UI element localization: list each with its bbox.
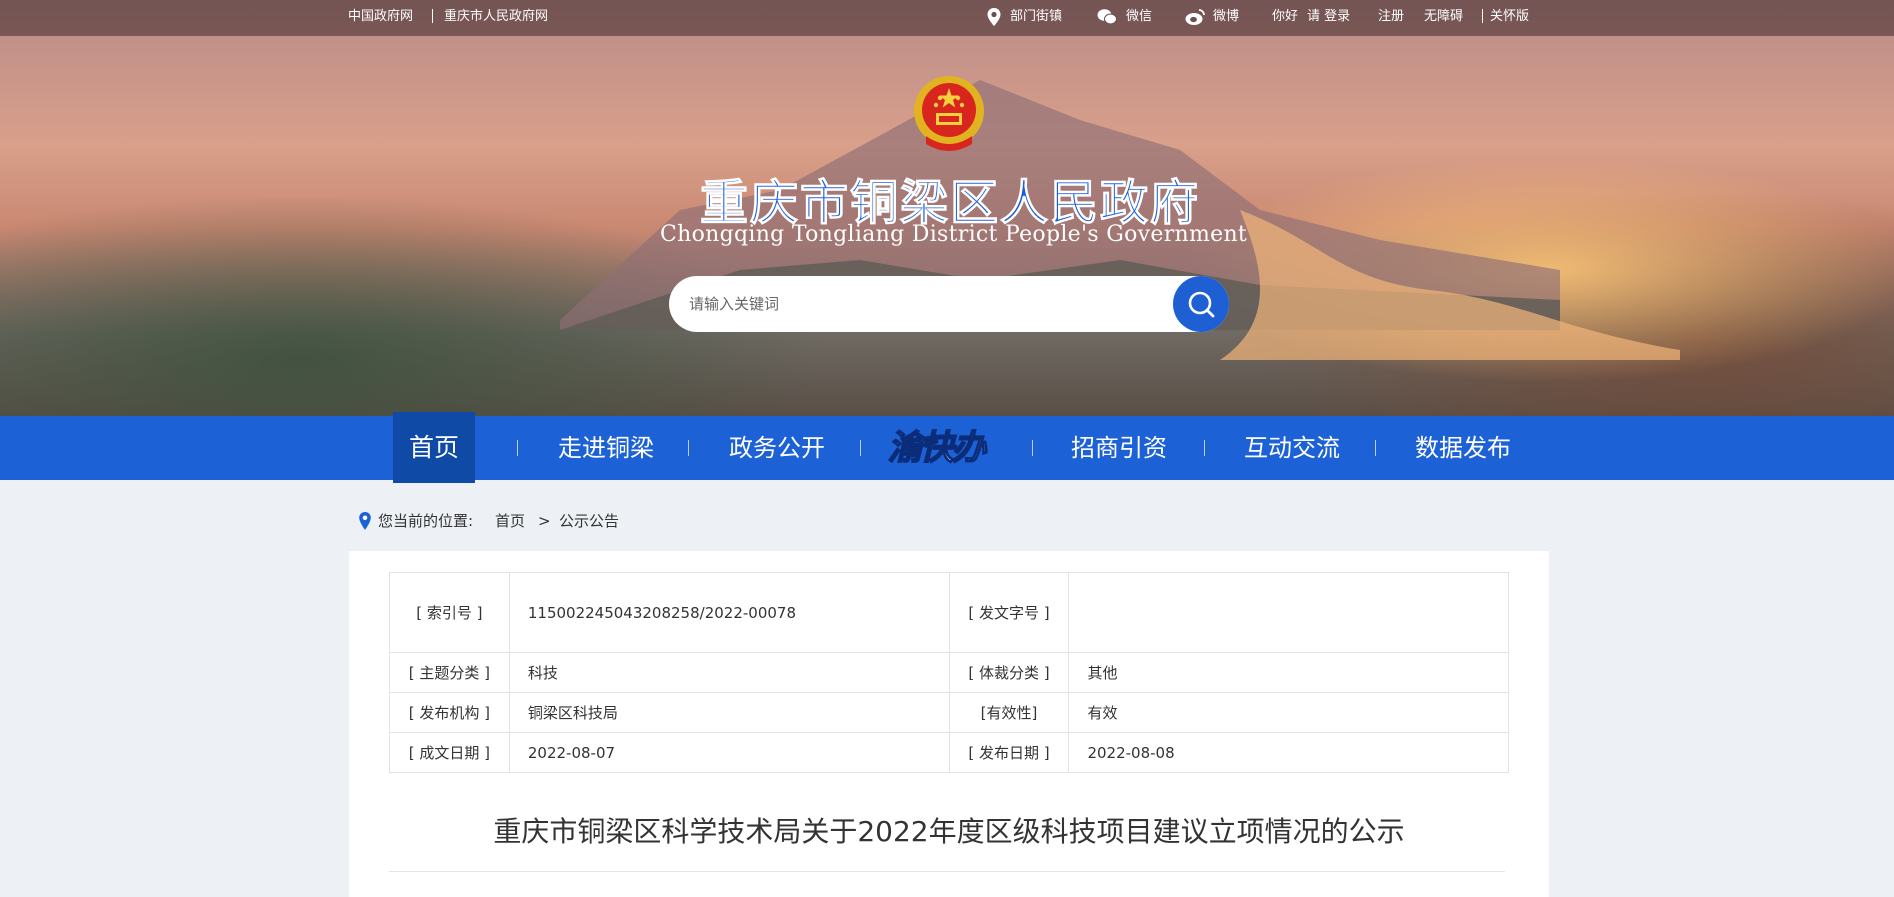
search-icon <box>1188 291 1215 318</box>
table-row: [ 主题分类 ] 科技 [ 体裁分类 ] 其他 <box>389 652 1509 693</box>
nav-divider <box>517 440 518 456</box>
wechat-link[interactable]: 微信 <box>1126 9 1152 25</box>
title-divider <box>389 871 1505 872</box>
nav-yukuaiban[interactable]: 渝快办 <box>887 424 1008 472</box>
nav-home-label: 首页 <box>408 433 459 462</box>
nav-divider <box>860 440 861 456</box>
link-cq-gov[interactable]: 重庆市人民政府网 <box>444 9 548 25</box>
accessibility-link[interactable]: 无障碍 <box>1424 9 1463 25</box>
topbar-divider <box>1482 9 1483 23</box>
document-title: 重庆市铜梁区科学技术局关于2022年度区级科技项目建议立项情况的公示 <box>493 815 1405 848</box>
nav-divider <box>688 440 689 456</box>
breadcrumb-current[interactable]: 公示公告 <box>559 512 619 530</box>
table-row: [ 成文日期 ] 2022-08-07 [ 发布日期 ] 2022-08-08 <box>389 732 1509 773</box>
document-meta-table: [ 索引号 ] 115002245043208258/2022-00078 [ … <box>389 572 1509 773</box>
nav-divider <box>1204 440 1205 456</box>
published-date-value: 2022-08-08 <box>1068 732 1509 773</box>
river-scenery <box>1220 210 1680 360</box>
topic-label: [ 主题分类 ] <box>389 652 510 693</box>
breadcrumb-separator: > <box>538 512 551 530</box>
nav-divider <box>1375 440 1376 456</box>
location-pin-icon <box>987 8 1001 26</box>
wechat-icon <box>1097 9 1117 25</box>
dept-towns-link[interactable]: 部门街镇 <box>1010 9 1062 25</box>
care-mode-link[interactable]: 关怀版 <box>1490 9 1529 25</box>
published-date-label: [ 发布日期 ] <box>948 732 1070 773</box>
nav-home[interactable]: 首页 <box>393 412 475 483</box>
weibo-icon <box>1185 9 1205 25</box>
search-button[interactable] <box>1173 276 1229 332</box>
table-row: [ 发布机构 ] 铜梁区科技局 [有效性] 有效 <box>389 692 1509 733</box>
index-no-value: 115002245043208258/2022-00078 <box>508 572 950 653</box>
topbar-divider <box>432 9 433 23</box>
topic-value: 科技 <box>508 652 950 693</box>
nav-gov-affairs[interactable]: 政务公开 <box>729 416 825 480</box>
created-date-label: [ 成文日期 ] <box>389 732 510 773</box>
nav-divider <box>1032 440 1033 456</box>
site-title-en: Chongqing Tongliang District People's Go… <box>660 222 1248 247</box>
validity-label: [有效性] <box>948 692 1070 733</box>
genre-value: 其他 <box>1068 652 1509 693</box>
breadcrumb-label: 您当前的位置: <box>378 512 474 530</box>
doc-no-label: [ 发文字号 ] <box>948 572 1070 653</box>
search-input[interactable] <box>689 288 1129 320</box>
login-link[interactable]: 请 登录 <box>1307 9 1350 25</box>
genre-label: [ 体裁分类 ] <box>948 652 1070 693</box>
index-no-label: [ 索引号 ] <box>389 572 510 653</box>
doc-no-value <box>1068 572 1509 653</box>
table-row: [ 索引号 ] 115002245043208258/2022-00078 [ … <box>389 572 1509 653</box>
created-date-value: 2022-08-07 <box>508 732 950 773</box>
greeting-text: 你好 <box>1272 9 1299 24</box>
nav-about-tongliang[interactable]: 走进铜梁 <box>558 416 654 480</box>
register-link[interactable]: 注册 <box>1378 9 1404 25</box>
national-emblem-icon <box>914 76 984 151</box>
nav-data-release[interactable]: 数据发布 <box>1415 416 1511 480</box>
search-box <box>669 276 1229 332</box>
weibo-link[interactable]: 微博 <box>1213 9 1239 25</box>
link-gov-cn[interactable]: 中国政府网 <box>348 9 413 25</box>
location-icon <box>359 512 371 530</box>
issuer-label: [ 发布机构 ] <box>389 692 510 733</box>
top-bar: 中国政府网 重庆市人民政府网 部门街镇 微信 微博 你好 请 登录 注册 无障碍… <box>0 0 1894 36</box>
issuer-value: 铜梁区科技局 <box>508 692 950 733</box>
nav-interaction[interactable]: 互动交流 <box>1244 416 1340 480</box>
breadcrumb-home[interactable]: 首页 <box>495 512 525 530</box>
validity-value: 有效 <box>1068 692 1509 733</box>
nav-investment[interactable]: 招商引资 <box>1071 416 1167 480</box>
